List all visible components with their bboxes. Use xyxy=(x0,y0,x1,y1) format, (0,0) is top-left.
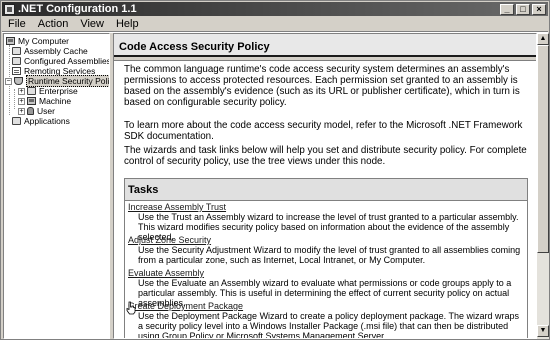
scroll-thumb[interactable] xyxy=(537,45,549,253)
document-icon xyxy=(12,67,21,75)
computer-icon xyxy=(6,37,15,45)
header-inner: Code Access Security Policy xyxy=(114,34,536,57)
expand-icon[interactable]: + xyxy=(18,97,25,105)
task-item: Create Deployment Package Use the Deploy… xyxy=(128,301,524,339)
tree-item-machine[interactable]: + Machine xyxy=(18,96,71,106)
title-bar[interactable]: .NET Configuration 1.1 _ □ × xyxy=(2,2,548,16)
expand-icon[interactable]: + xyxy=(18,107,25,115)
tree-item-label: Assembly Cache xyxy=(24,46,88,56)
shield-icon xyxy=(14,77,23,85)
menu-action[interactable]: Action xyxy=(32,17,75,31)
vertical-scrollbar[interactable]: ▲ ▼ xyxy=(537,33,549,339)
tree-item-user[interactable]: + User xyxy=(18,106,55,116)
close-button[interactable]: × xyxy=(532,3,546,15)
tasks-panel: Tasks Increase Assembly Trust Use the Tr… xyxy=(124,178,528,339)
content-pane: Code Access Security Policy The common l… xyxy=(113,33,537,339)
computer-icon xyxy=(27,97,36,105)
menu-help[interactable]: Help xyxy=(110,17,145,31)
task-description: Use the Deployment Package Wizard to cre… xyxy=(138,311,520,339)
minimize-button[interactable]: _ xyxy=(500,3,514,15)
expand-icon[interactable]: + xyxy=(18,87,25,95)
header-band: Code Access Security Policy xyxy=(114,34,536,61)
adjust-zone-security-link[interactable]: Adjust Zone Security xyxy=(128,235,211,245)
tree-item-label: User xyxy=(37,106,55,116)
menu-view[interactable]: View xyxy=(74,17,110,31)
tree-connector xyxy=(14,89,15,109)
tree-item-my-computer[interactable]: My Computer xyxy=(6,36,69,46)
intro-paragraph: The wizards and task links below will he… xyxy=(124,145,527,167)
intro-paragraph: The common language runtime's code acces… xyxy=(124,64,520,108)
scroll-down-button[interactable]: ▼ xyxy=(537,325,549,337)
menu-file[interactable]: File xyxy=(2,17,32,31)
tree-item-label: My Computer xyxy=(18,36,70,46)
collapse-icon[interactable]: − xyxy=(5,77,12,85)
folder-icon xyxy=(12,117,21,125)
maximize-button[interactable]: □ xyxy=(516,3,530,15)
tree-item-label: Applications xyxy=(24,116,70,126)
increase-assembly-trust-link[interactable]: Increase Assembly Trust xyxy=(128,202,226,212)
task-description: Use the Security Adjustment Wizard to mo… xyxy=(138,245,521,265)
folder-icon xyxy=(12,47,21,55)
window-title: .NET Configuration 1.1 xyxy=(18,3,137,15)
create-deployment-package-link[interactable]: Create Deployment Package xyxy=(128,301,243,311)
page-title: Code Access Security Policy xyxy=(119,41,270,53)
folder-icon xyxy=(12,57,21,65)
hand-pointer-icon xyxy=(126,301,136,315)
intro-paragraph: To learn more about the code access secu… xyxy=(124,120,523,142)
evaluate-assembly-link[interactable]: Evaluate Assembly xyxy=(128,268,204,278)
folder-icon xyxy=(27,87,36,95)
tree-pane[interactable]: My Computer Assembly Cache Configured As… xyxy=(3,33,110,339)
scroll-up-button[interactable]: ▲ xyxy=(537,33,549,45)
tree-item-label: Machine xyxy=(39,96,72,106)
tree-item-applications[interactable]: Applications xyxy=(12,116,70,126)
tree-item-label: Configured Assemblies xyxy=(24,56,110,66)
app-window: .NET Configuration 1.1 _ □ × File Action… xyxy=(0,0,550,340)
tree-item-configured-assemblies[interactable]: Configured Assemblies xyxy=(12,56,110,66)
net-config-icon[interactable] xyxy=(4,3,15,15)
user-icon xyxy=(27,107,34,115)
tree-item-enterprise[interactable]: + Enterprise xyxy=(18,86,78,96)
menu-bar: File Action View Help xyxy=(2,17,548,31)
tree-item-assembly-cache[interactable]: Assembly Cache xyxy=(12,46,88,56)
tasks-heading: Tasks xyxy=(125,179,527,201)
task-item: Adjust Zone Security Use the Security Ad… xyxy=(128,235,524,265)
tree-item-label: Enterprise xyxy=(39,86,78,96)
tree-item-runtime-security-policy[interactable]: − Runtime Security Policy xyxy=(5,75,109,87)
